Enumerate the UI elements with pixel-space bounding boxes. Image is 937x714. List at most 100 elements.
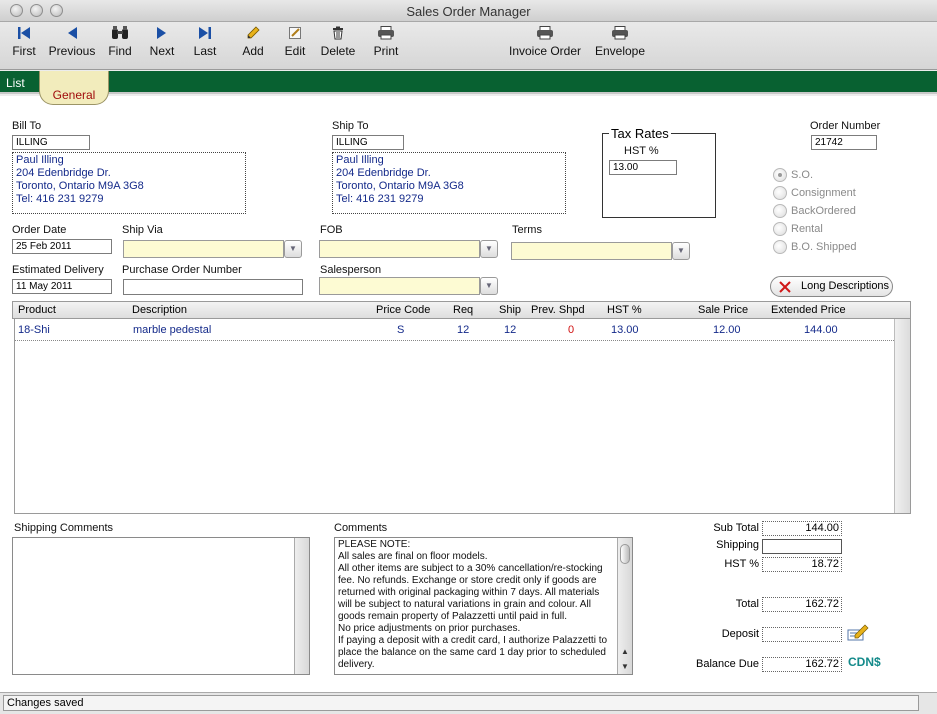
cell-description: marble pedestal [133,324,212,336]
invoice-order-button[interactable]: Invoice Order [506,26,584,58]
bill-to-line: 204 Edenbridge Dr. [16,167,111,179]
add-button[interactable]: Add [238,26,268,58]
radio-rental[interactable]: Rental [773,222,823,236]
bill-to-line: Toronto, Ontario M9A 3G8 [16,180,144,192]
col-req: Req [453,304,474,316]
radio-bo-shipped[interactable]: B.O. Shipped [773,240,856,254]
radio-icon [773,186,787,200]
scroll-up-arrow-icon[interactable]: ▲ [621,647,629,656]
salesperson-dropdown-button[interactable]: ▼ [480,277,498,295]
shipping-label: Shipping [716,539,759,551]
print-label: Print [373,44,399,58]
purchase-order-number-field[interactable] [123,279,303,295]
currency-label: CDN$ [848,655,881,669]
order-date-label: Order Date [12,224,67,236]
long-descriptions-label: Long Descriptions [801,280,890,292]
ship-to-line: Tel: 416 231 9279 [336,193,424,205]
comment-line: delivery. [338,659,375,670]
order-date-field[interactable]: 25 Feb 2011 [12,239,112,254]
comment-line: No price adjustments on prior purchases. [338,623,521,634]
edit-label: Edit [284,44,306,58]
salesperson-combo[interactable]: ▼ [319,277,498,295]
scroll-down-arrow-icon[interactable]: ▼ [621,662,629,671]
col-product: Product [18,304,56,316]
tab-general[interactable]: General [39,71,109,105]
envelope-button[interactable]: Envelope [594,26,646,58]
shipping-comments-scrollbar[interactable] [294,538,309,674]
add-label: Add [242,44,264,58]
ship-to-label: Ship To [332,120,369,132]
cell-sale-price: 12.00 [713,324,741,336]
first-record-icon [18,27,30,39]
radio-so-label: S.O. [791,168,814,181]
ship-to-line: Paul Illing [336,154,384,166]
find-button[interactable]: Find [106,26,134,58]
col-description: Description [132,304,188,316]
red-x-icon [779,281,791,293]
comments-text: PLEASE NOTE: All sales are final on floo… [338,539,610,671]
ship-to-code-field[interactable]: ILLING [332,135,404,150]
ship-to-address[interactable]: Paul Illing 204 Edenbridge Dr. Toronto, … [332,152,566,214]
chevron-down-icon: ▼ [677,246,685,255]
last-record-icon [199,27,211,39]
previous-button[interactable]: Previous [48,26,96,58]
comment-line: fee. No refunds. Exchange or store credi… [338,575,597,586]
sub-total-value: 144.00 [762,521,842,536]
hst-rate-label: HST % [624,145,659,157]
bill-to-line: Paul Illing [16,154,64,166]
previous-record-icon [68,27,77,39]
long-descriptions-button[interactable]: Long Descriptions [770,276,893,297]
order-number-label: Order Number [810,120,881,132]
edit-button[interactable]: Edit [280,26,310,58]
radio-backordered-label: BackOrdered [791,204,856,217]
comment-line: All sales are final on floor models. [338,551,488,562]
ship-via-combo[interactable]: ▼ [123,240,302,258]
col-hst: HST % [607,304,642,316]
next-button[interactable]: Next [146,26,178,58]
bill-to-label: Bill To [12,120,42,132]
ship-via-dropdown-button[interactable]: ▼ [284,240,302,258]
delete-button[interactable]: Delete [318,26,358,58]
grid-header: Product Description Price Code Req Ship … [12,301,911,319]
printer-icon [378,26,394,40]
comments-textarea[interactable]: PLEASE NOTE: All sales are final on floo… [334,537,633,675]
scroll-thumb[interactable] [620,544,630,564]
fob-label: FOB [320,224,343,236]
first-button[interactable]: First [8,26,40,58]
terms-dropdown-button[interactable]: ▼ [672,242,690,260]
deposit-field[interactable] [762,627,842,642]
title-bar: Sales Order Manager [0,0,937,22]
cell-product: 18-Shi [18,324,50,336]
bill-to-code-field[interactable]: ILLING [12,135,90,150]
line-items-list[interactable]: 18-Shi marble pedestal S 12 12 0 13.00 1… [14,319,911,514]
tab-list[interactable]: List [6,76,25,90]
last-label: Last [193,44,217,58]
shipping-field[interactable] [762,539,842,554]
estimated-delivery-label: Estimated Delivery [12,264,104,276]
comment-line: PLEASE NOTE: [338,539,411,550]
deposit-entry-icon[interactable] [846,624,870,642]
comments-scrollbar[interactable]: ▲ ▼ [617,538,632,674]
order-number-field[interactable]: 21742 [811,135,877,150]
cell-hst: 13.00 [611,324,639,336]
print-button[interactable]: Print [370,26,402,58]
radio-consignment[interactable]: Consignment [773,186,856,200]
shipping-comments-label: Shipping Comments [14,522,114,534]
ship-to-line: Toronto, Ontario M9A 3G8 [336,180,464,192]
fob-combo[interactable]: ▼ [319,240,498,258]
salesperson-label: Salesperson [320,264,382,276]
estimated-delivery-field[interactable]: 11 May 2011 [12,279,112,294]
fob-dropdown-button[interactable]: ▼ [480,240,498,258]
radio-backordered[interactable]: BackOrdered [773,204,856,218]
grid-scrollbar[interactable] [894,319,910,513]
terms-combo[interactable]: ▼ [511,242,690,260]
shipping-comments-textarea[interactable] [12,537,310,675]
radio-icon [773,240,787,254]
col-extended-price: Extended Price [771,304,846,316]
table-row[interactable]: 18-Shi marble pedestal S 12 12 0 13.00 1… [15,321,894,341]
radio-so[interactable]: S.O. [773,168,813,182]
bill-to-address[interactable]: Paul Illing 204 Edenbridge Dr. Toronto, … [12,152,246,214]
cell-extended-price: 144.00 [804,324,838,336]
last-button[interactable]: Last [190,26,220,58]
hst-rate-field[interactable]: 13.00 [609,160,677,175]
